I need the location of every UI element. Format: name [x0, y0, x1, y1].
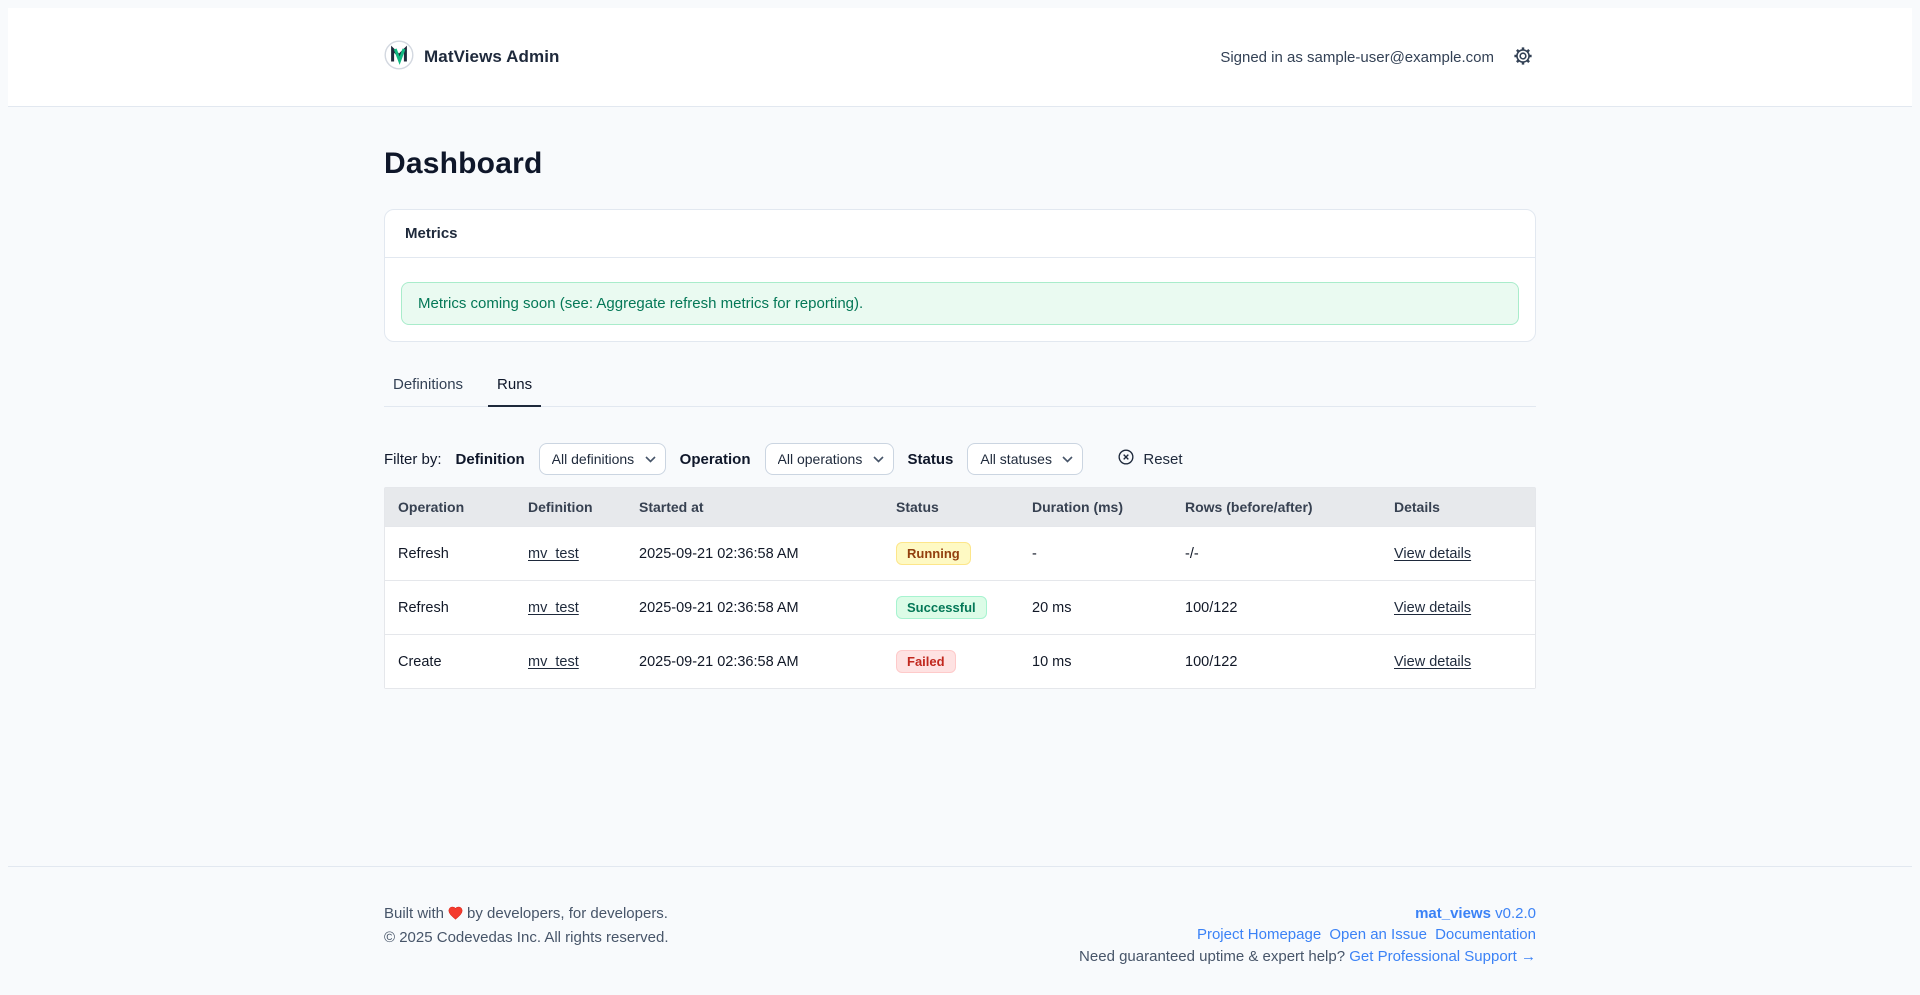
brand[interactable]: MatViews Admin [384, 39, 560, 75]
started-at-cell: 2025-09-21 02:36:58 AM [626, 634, 883, 688]
heart-icon [447, 905, 464, 927]
column-header-rows: Rows (before/after) [1172, 488, 1381, 527]
operation-filter-label: Operation [679, 450, 751, 468]
status-badge: Successful [896, 596, 987, 619]
definition-filter-label: Definition [455, 450, 525, 468]
page-title: Dashboard [384, 147, 543, 180]
status-badge: Failed [896, 650, 956, 673]
operation-cell: Create [385, 634, 515, 688]
definition-link[interactable]: mv_test [528, 654, 579, 670]
circle-x-icon [1117, 448, 1135, 470]
view-details-link[interactable]: View details [1394, 654, 1471, 670]
site-header: MatViews Admin Signed in as sample-user@… [8, 8, 1912, 107]
gear-icon [1512, 45, 1534, 70]
settings-button[interactable] [1510, 43, 1536, 72]
rows-cell: 100/122 [1172, 580, 1381, 635]
signed-in-text: Signed in as sample-user@example.com [1220, 48, 1494, 66]
built-with-line: Built with by developers, for developers. [384, 903, 669, 927]
operation-cell: Refresh [385, 580, 515, 635]
started-at-cell: 2025-09-21 02:36:58 AM [626, 526, 883, 581]
tab-runs[interactable]: Runs [488, 376, 542, 407]
status-badge: Running [896, 542, 971, 565]
tab-definitions[interactable]: Definitions [384, 376, 472, 407]
filter-by-label: Filter by: [384, 450, 442, 468]
main-content: Dashboard Metrics Metrics coming soon (s… [8, 107, 1912, 826]
version-line: mat_views v0.2.0 [1079, 903, 1536, 924]
column-header-duration: Duration (ms) [1019, 488, 1172, 527]
project-name-link[interactable]: mat_views [1415, 905, 1491, 922]
filter-bar: Filter by: Definition All definitions Op… [384, 443, 1536, 475]
metrics-coming-soon-notice: Metrics coming soon (see: Aggregate refr… [401, 282, 1519, 325]
column-header-operation: Operation [385, 488, 515, 527]
status-select[interactable]: All statuses [967, 443, 1084, 475]
rows-cell: 100/122 [1172, 634, 1381, 688]
table-header-row: Operation Definition Started at Status D… [385, 488, 1535, 527]
tab-bar: Definitions Runs [384, 376, 1536, 407]
metrics-card-title: Metrics [385, 210, 1535, 258]
column-header-started-at: Started at [626, 488, 883, 527]
matviews-logo-icon [384, 39, 414, 75]
version-label: v0.2.0 [1495, 905, 1536, 923]
definition-select[interactable]: All definitions [538, 443, 666, 475]
operation-cell: Refresh [385, 526, 515, 581]
view-details-link[interactable]: View details [1394, 546, 1471, 562]
rows-cell: -/- [1172, 526, 1381, 581]
support-line: Need guaranteed uptime & expert help? Ge… [1079, 947, 1536, 965]
reset-filters-button[interactable]: Reset [1111, 444, 1188, 474]
runs-table: Operation Definition Started at Status D… [384, 487, 1536, 689]
table-row: Refresh mv_test 2025-09-21 02:36:58 AM S… [385, 580, 1535, 635]
duration-cell: - [1019, 526, 1172, 581]
footer-links: Project Homepage Open an Issue Documenta… [1079, 924, 1536, 945]
app-title: MatViews Admin [424, 47, 560, 66]
metrics-card: Metrics Metrics coming soon (see: Aggreg… [384, 209, 1536, 342]
duration-cell: 20 ms [1019, 580, 1172, 635]
table-row: Create mv_test 2025-09-21 02:36:58 AM Fa… [385, 634, 1535, 688]
duration-cell: 10 ms [1019, 634, 1172, 688]
project-homepage-link[interactable]: Project Homepage [1197, 926, 1321, 943]
view-details-link[interactable]: View details [1394, 600, 1471, 616]
reset-label: Reset [1143, 450, 1183, 468]
copyright-line: © 2025 Codevedas Inc. All rights reserve… [384, 929, 669, 947]
definition-link[interactable]: mv_test [528, 600, 579, 616]
operation-select[interactable]: All operations [764, 443, 894, 475]
started-at-cell: 2025-09-21 02:36:58 AM [626, 580, 883, 635]
column-header-definition: Definition [515, 488, 626, 527]
app-root: MatViews Admin Signed in as sample-user@… [8, 8, 1912, 987]
open-an-issue-link[interactable]: Open an Issue [1329, 926, 1427, 943]
definition-link[interactable]: mv_test [528, 546, 579, 562]
documentation-link[interactable]: Documentation [1435, 926, 1536, 943]
status-filter-label: Status [907, 450, 954, 468]
site-footer: Built with by developers, for developers.… [8, 866, 1912, 987]
professional-support-link[interactable]: Get Professional Support → [1349, 948, 1536, 965]
column-header-details: Details [1381, 488, 1535, 527]
table-row: Refresh mv_test 2025-09-21 02:36:58 AM R… [385, 526, 1535, 581]
column-header-status: Status [883, 488, 1019, 527]
